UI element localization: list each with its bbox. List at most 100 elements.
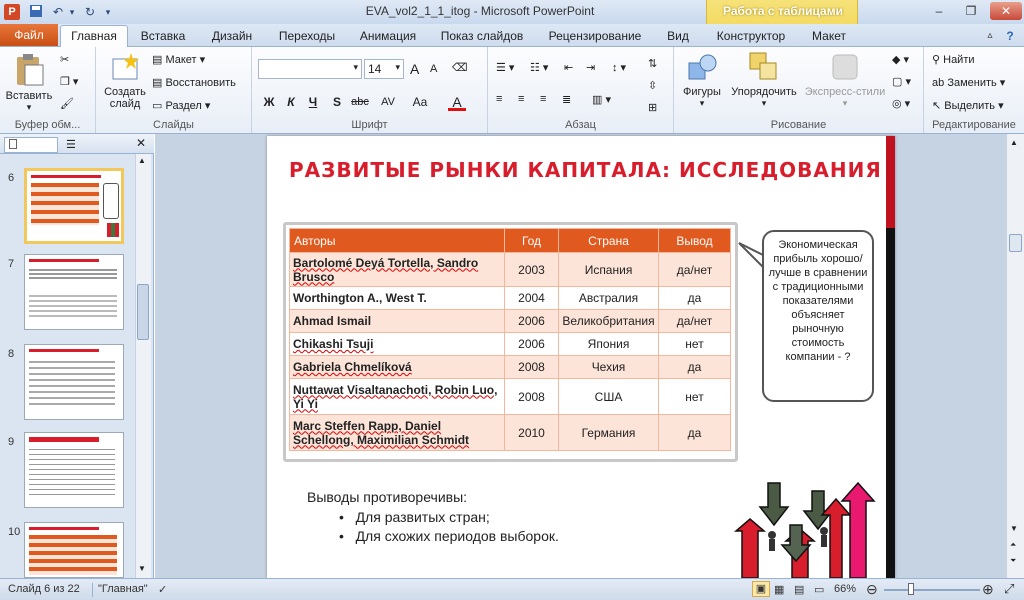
cell-authors[interactable]: Bartolomé Deyá Tortella, Sandro Brusco: [289, 252, 505, 287]
cell-year[interactable]: 2004: [504, 286, 559, 310]
tab-table-layout[interactable]: Макет: [800, 26, 858, 46]
cell-country[interactable]: Чехия: [558, 355, 659, 379]
line-spacing-icon[interactable]: ↕ ▾: [612, 61, 626, 74]
tab-file[interactable]: Файл: [0, 24, 58, 46]
paste-button[interactable]: Вставить ▾: [4, 51, 54, 113]
scrollbar-thumb[interactable]: [137, 284, 149, 340]
tab-slideshow[interactable]: Показ слайдов: [432, 26, 532, 46]
new-slide-button[interactable]: Создать слайд: [100, 51, 150, 110]
font-size-select[interactable]: 14 ▾: [364, 59, 404, 79]
cell-authors[interactable]: Ahmad Ismail: [289, 309, 505, 333]
tab-review[interactable]: Рецензирование: [540, 26, 650, 46]
zoom-slider[interactable]: [884, 589, 980, 591]
previous-slide-icon[interactable]: ⏶: [1010, 540, 1016, 550]
thumbnail-slide-8[interactable]: [24, 344, 124, 420]
text-direction-icon[interactable]: ⇅: [648, 57, 657, 70]
customize-toolbar-icon[interactable]: ▾: [100, 4, 116, 20]
restore-button[interactable]: ❐: [958, 2, 984, 20]
header-conclusion[interactable]: Вывод: [658, 228, 731, 253]
thumbnail-slide-9[interactable]: [24, 432, 124, 508]
char-spacing-button[interactable]: AV: [376, 93, 400, 111]
strikethrough-button[interactable]: abc: [348, 93, 372, 111]
theme-name[interactable]: "Главная": [98, 583, 148, 595]
conclusion-text[interactable]: Выводы противоречивы:: [307, 489, 467, 505]
cell-authors[interactable]: Gabriela Chmelíková: [289, 355, 505, 379]
layout-button[interactable]: ▤ Макет ▾: [152, 53, 205, 66]
cell-country[interactable]: Испания: [558, 252, 659, 287]
cell-year[interactable]: 2008: [504, 378, 559, 415]
arrange-button[interactable]: Упорядочить ▾: [726, 51, 802, 109]
slide-sorter-icon[interactable]: ▦: [774, 583, 784, 596]
cell-year[interactable]: 2003: [504, 252, 559, 287]
undo-dropdown-icon[interactable]: ▾: [64, 4, 80, 20]
cell-country[interactable]: Австралия: [558, 286, 659, 310]
align-center-icon[interactable]: ≡: [518, 93, 524, 105]
reading-view-icon[interactable]: ▤: [794, 583, 804, 596]
tab-insert[interactable]: Вставка: [134, 26, 192, 46]
cell-conclusion[interactable]: да: [658, 286, 731, 310]
header-year[interactable]: Год: [504, 228, 559, 253]
find-button[interactable]: ⚲ Найти: [932, 53, 975, 66]
cell-conclusion[interactable]: да/нет: [658, 309, 731, 333]
normal-view-icon[interactable]: ▣: [752, 581, 770, 597]
cell-country[interactable]: Германия: [558, 414, 659, 451]
tab-table-design[interactable]: Конструктор: [710, 26, 792, 46]
outline-tab-icon[interactable]: ☰: [66, 138, 76, 151]
shape-fill-icon[interactable]: ◆ ▾: [892, 53, 909, 66]
cell-country[interactable]: Великобритания: [558, 309, 659, 333]
increase-indent-icon[interactable]: ⇥: [586, 61, 595, 74]
change-case-button[interactable]: Aa: [408, 93, 432, 111]
cell-conclusion[interactable]: нет: [658, 378, 731, 415]
header-country[interactable]: Страна: [558, 228, 659, 253]
slide-canvas[interactable]: РАЗВИТЫЕ РЫНКИ КАПИТАЛА: ИССЛЕДОВАНИЯ Ав…: [267, 136, 895, 578]
zoom-in-icon[interactable]: ⊕: [982, 581, 994, 598]
decrease-indent-icon[interactable]: ⇤: [564, 61, 573, 74]
cell-authors[interactable]: Marc Steffen Rapp, Daniel Schellong, Max…: [289, 414, 505, 451]
save-icon[interactable]: [28, 4, 44, 20]
replace-button[interactable]: ab Заменить ▾: [932, 76, 1005, 89]
thumbnail-slide-7[interactable]: [24, 254, 124, 330]
minimize-ribbon-icon[interactable]: ▵: [982, 26, 998, 46]
zoom-out-icon[interactable]: ⊖: [866, 581, 878, 598]
justify-icon[interactable]: ≣: [562, 93, 571, 106]
shape-effects-icon[interactable]: ◎ ▾: [892, 97, 910, 110]
shrink-font-button[interactable]: A: [430, 63, 437, 75]
minimize-button[interactable]: –: [926, 2, 952, 20]
scroll-up-icon[interactable]: ▲: [1010, 138, 1018, 147]
research-table[interactable]: Авторы Год Страна Вывод Bartolomé Deyá T…: [289, 228, 731, 451]
section-button[interactable]: ▭ Раздел ▾: [152, 99, 210, 112]
cell-authors[interactable]: Worthington A., West T.: [289, 286, 505, 310]
callout-bubble[interactable]: Экономическая прибыль хорошо/лучше в сра…: [762, 230, 874, 402]
slide-scrollbar[interactable]: ▲ ▼ ⏶ ⏷: [1006, 134, 1024, 578]
align-right-icon[interactable]: ≡: [540, 93, 546, 105]
thumbnail-slide-10[interactable]: [24, 522, 124, 578]
cell-authors[interactable]: Chikashi Tsuji: [289, 332, 505, 356]
italic-button[interactable]: К: [282, 93, 300, 111]
underline-button[interactable]: Ч: [304, 93, 322, 111]
cell-country[interactable]: Япония: [558, 332, 659, 356]
cut-icon[interactable]: ✂: [60, 53, 69, 66]
align-text-icon[interactable]: ⇳: [648, 79, 657, 92]
header-authors[interactable]: Авторы: [289, 228, 505, 253]
tab-design[interactable]: Дизайн: [200, 26, 264, 46]
zoom-level[interactable]: 66%: [834, 583, 856, 595]
spellcheck-icon[interactable]: ✓: [158, 583, 167, 596]
slide-title[interactable]: РАЗВИТЫЕ РЫНКИ КАПИТАЛА: ИССЛЕДОВАНИЯ: [289, 158, 882, 182]
clear-formatting-icon[interactable]: ⌫: [452, 61, 468, 74]
thumbnail-slide-6[interactable]: [24, 168, 124, 244]
bullets-icon[interactable]: ☰ ▾: [496, 61, 514, 74]
cell-authors[interactable]: Nuttawat Visaltanachoti, Robin Luo, Yi Y…: [289, 378, 505, 415]
thumbnail-scrollbar[interactable]: ▲ ▼: [135, 154, 151, 578]
tab-transitions[interactable]: Переходы: [270, 26, 344, 46]
zoom-slider-handle[interactable]: [908, 583, 914, 595]
tab-view[interactable]: Вид: [656, 26, 700, 46]
quick-styles-button[interactable]: Экспресс-стили ▾: [804, 51, 886, 109]
select-button[interactable]: ↖ Выделить ▾: [932, 99, 1004, 112]
slideshow-icon[interactable]: ▭: [814, 583, 824, 596]
cell-year[interactable]: 2008: [504, 355, 559, 379]
shapes-button[interactable]: Фигуры ▾: [680, 51, 724, 109]
grow-font-button[interactable]: A: [410, 61, 419, 77]
cell-year[interactable]: 2010: [504, 414, 559, 451]
close-button[interactable]: ✕: [990, 2, 1022, 20]
close-panel-icon[interactable]: ✕: [136, 136, 146, 150]
